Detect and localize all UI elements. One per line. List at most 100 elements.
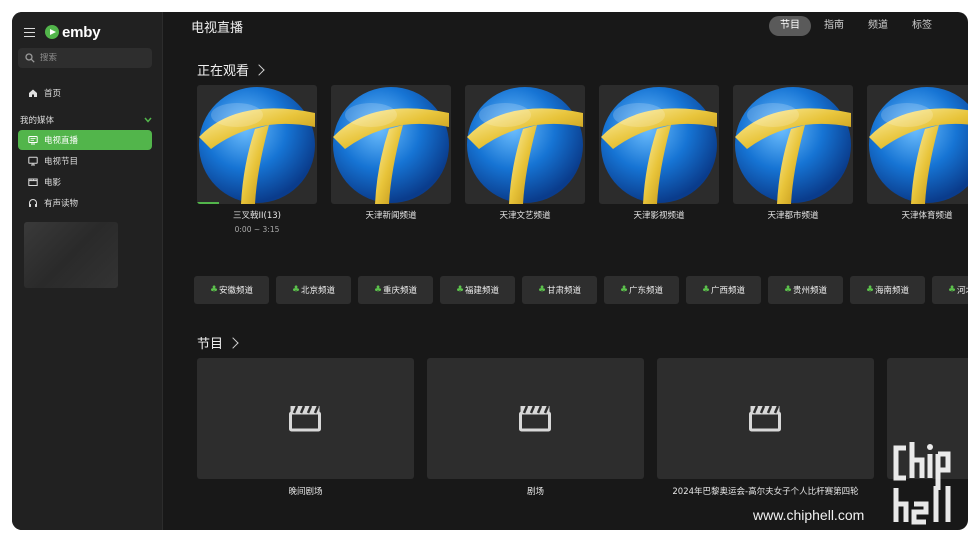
channel-logo-icon: [333, 87, 449, 204]
sidebar-preview-thumbnail: [24, 222, 118, 288]
clover-icon: ♣: [865, 285, 875, 295]
search-input[interactable]: [40, 53, 140, 63]
clapperboard-icon: [519, 405, 551, 432]
program-card[interactable]: 晚间剧场: [197, 358, 414, 497]
tag-chip[interactable]: ♣ 福建频道: [440, 276, 515, 304]
brand-name[interactable]: emby: [62, 24, 101, 41]
chevron-down-icon: [144, 117, 152, 123]
clover-icon: ♣: [209, 285, 219, 295]
channel-name: 天津影视频道: [633, 211, 685, 221]
tag-label: 福建频道: [465, 286, 500, 296]
program-name: 2024年巴黎奥运会-高尔夫女子个人比杆赛第四轮: [672, 487, 859, 497]
channel-name: 天津新闻频道: [365, 211, 417, 221]
channel-logo-icon: [735, 87, 851, 204]
channel-thumbnail[interactable]: [599, 85, 719, 204]
tag-chip[interactable]: ♣ 安徽频道: [194, 276, 269, 304]
tag-label: 安徽频道: [219, 286, 254, 296]
tag-chip[interactable]: ♣ 广东频道: [604, 276, 679, 304]
tag-chip[interactable]: ♣河北频道: [932, 276, 968, 304]
chiphell-logo-icon: [893, 442, 951, 525]
tag-chip[interactable]: ♣ 贵州频道: [768, 276, 843, 304]
channel-thumbnail[interactable]: [867, 85, 968, 204]
tag-chip[interactable]: ♣ 重庆频道: [358, 276, 433, 304]
tag-label: 北京频道: [301, 286, 336, 296]
watermark-text: www.chiphell.com: [753, 507, 865, 523]
clover-icon: ♣: [537, 285, 547, 295]
brand: emby: [24, 18, 101, 46]
headphones-icon: [29, 199, 37, 207]
channel-card[interactable]: 天津文艺频道: [465, 85, 585, 221]
channel-thumbnail[interactable]: [331, 85, 451, 204]
tag-chip[interactable]: ♣ 北京频道: [276, 276, 351, 304]
program-time: 0:00 ~ 3:15: [234, 225, 280, 234]
film-icon: [28, 178, 38, 186]
channel-card[interactable]: 天津都市频道: [733, 85, 853, 221]
channel-thumbnail[interactable]: [197, 85, 317, 204]
continue-watching-header[interactable]: 正在观看: [197, 60, 265, 79]
clover-icon: ♣: [455, 285, 465, 295]
sidebar-item-label: 电视直播: [44, 136, 79, 146]
channel-card[interactable]: 天津影视频道: [599, 85, 719, 221]
chevron-right-icon: [253, 63, 265, 76]
channel-card[interactable]: 天津新闻频道: [331, 85, 451, 221]
sidebar-item-label: 首页: [44, 89, 62, 99]
channel-name: 天津体育频道: [901, 211, 953, 221]
channel-name: 天津都市频道: [767, 211, 819, 221]
channel-thumbnail[interactable]: [733, 85, 853, 204]
clover-icon: ♣: [947, 285, 957, 295]
page-title: 电视直播: [191, 21, 244, 36]
tab-guide[interactable]: 指南: [813, 16, 855, 36]
program-card[interactable]: 2024年巴黎奥运会-高尔夫女子个人比杆赛第四轮: [657, 358, 874, 497]
channel-thumbnail[interactable]: [465, 85, 585, 204]
sidebar-item-movies[interactable]: 电影: [18, 172, 152, 192]
tag-label: 河北频道: [957, 286, 968, 296]
tag-chip[interactable]: ♣ 甘肃频道: [522, 276, 597, 304]
sidebar-item-home[interactable]: 首页: [18, 83, 152, 103]
channel-card[interactable]: 三叉戟II(13) 0:00 ~ 3:15: [197, 85, 317, 234]
program-name: 剧场: [526, 487, 544, 497]
emby-logo-icon: [45, 25, 59, 39]
progress-bar: [197, 202, 219, 204]
channel-logo-icon: [601, 87, 717, 204]
clover-icon: ♣: [783, 285, 793, 295]
tv-icon: [28, 136, 38, 145]
channel-logo-icon: [869, 87, 968, 204]
sidebar-item-audiobooks[interactable]: 有声读物: [18, 193, 152, 213]
sidebar-item-label: 有声读物: [44, 199, 79, 209]
app-window: emby 首页 我的媒体: [12, 12, 968, 530]
tag-chip[interactable]: ♣ 广西频道: [686, 276, 761, 304]
section-label: 我的媒体: [20, 116, 55, 126]
programs-header[interactable]: 节目: [197, 333, 239, 352]
sidebar: emby 首页 我的媒体: [12, 12, 163, 530]
section-title: 正在观看: [197, 64, 250, 79]
search-box[interactable]: [18, 48, 152, 68]
menu-icon[interactable]: [24, 27, 35, 37]
tag-label: 广西频道: [711, 286, 746, 296]
channel-card[interactable]: 天津体育频道: [867, 85, 968, 221]
tag-label: 广东频道: [629, 286, 664, 296]
clover-icon: ♣: [291, 285, 301, 295]
tag-label: 重庆频道: [383, 286, 418, 296]
clapperboard-icon: [749, 405, 781, 432]
clover-icon: ♣: [701, 285, 711, 295]
clover-icon: ♣: [619, 285, 629, 295]
sidebar-item-tv-shows[interactable]: 电视节目: [18, 151, 152, 171]
program-thumbnail[interactable]: [657, 358, 874, 479]
chevron-right-icon: [227, 336, 239, 349]
my-media-section[interactable]: 我的媒体: [20, 113, 152, 127]
channel-logo-icon: [467, 87, 583, 204]
tag-label: 海南频道: [875, 286, 910, 296]
tab-programs[interactable]: 节目: [769, 16, 811, 36]
sidebar-item-live-tv[interactable]: 电视直播: [18, 130, 152, 150]
search-icon: [25, 53, 35, 63]
program-thumbnail[interactable]: [427, 358, 644, 479]
program-card[interactable]: 剧场: [427, 358, 644, 497]
tab-channels[interactable]: 频道: [857, 16, 899, 36]
clover-icon: ♣: [373, 285, 383, 295]
main-content: 电视直播 节目 指南 频道 标签 正在观看 三叉戟II(13) 0:00 ~ 3:…: [163, 12, 968, 530]
tab-tags[interactable]: 标签: [901, 16, 943, 36]
channel-name: 天津文艺频道: [499, 211, 551, 221]
tag-chip[interactable]: ♣ 海南频道: [850, 276, 925, 304]
program-thumbnail[interactable]: [197, 358, 414, 479]
section-title: 节目: [197, 337, 224, 352]
